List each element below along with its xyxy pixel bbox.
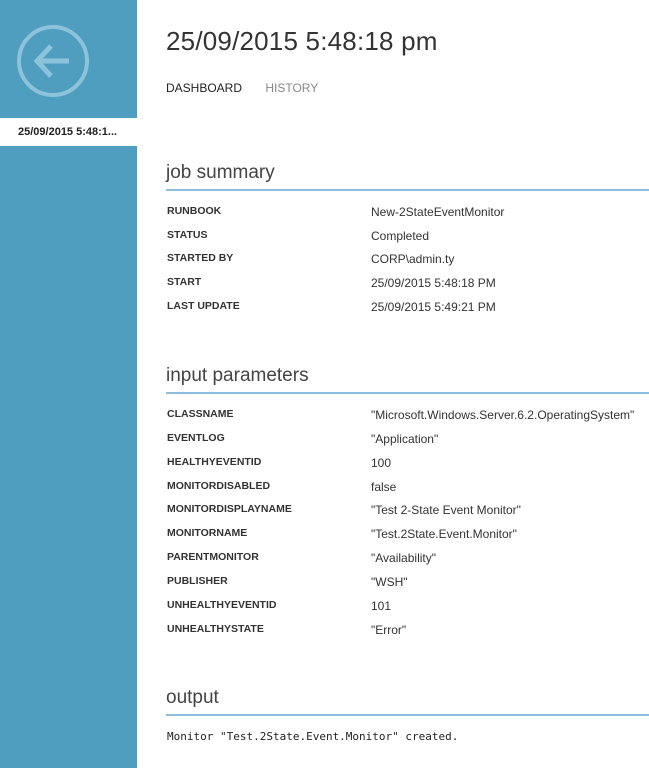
parameter-row: MONITORDISABLED false (166, 480, 649, 498)
tab-bar: DASHBOARD HISTORY (166, 81, 338, 95)
back-arrow-icon (17, 25, 89, 97)
parameter-value: "Error" (371, 623, 407, 637)
summary-label: LAST UPDATE (167, 300, 240, 312)
sidebar-item-label: 25/09/2015 5:48:1... (18, 126, 118, 138)
tab-dashboard[interactable]: DASHBOARD (166, 81, 242, 95)
parameter-row: UNHEALTHYEVENTID 101 (166, 599, 649, 617)
parameter-value: "Test 2-State Event Monitor" (371, 503, 521, 517)
summary-value: CORP\admin.ty (371, 252, 455, 266)
parameter-row: MONITORDISPLAYNAME "Test 2-State Event M… (166, 503, 649, 521)
parameter-row: HEALTHYEVENTID 100 (166, 456, 649, 474)
section-divider (166, 189, 649, 191)
sidebar: 25/09/2015 5:48:1... (0, 0, 137, 768)
output-heading: output (166, 687, 219, 708)
output-text: Monitor "Test.2State.Event.Monitor" crea… (167, 730, 459, 743)
parameter-label: MONITORDISABLED (167, 480, 271, 492)
parameter-row: PARENTMONITOR "Availability" (166, 551, 649, 569)
parameter-label: UNHEALTHYSTATE (167, 623, 264, 635)
parameter-label: PARENTMONITOR (167, 551, 259, 563)
parameter-label: MONITORDISPLAYNAME (167, 503, 292, 515)
parameter-label: PUBLISHER (167, 575, 228, 587)
tab-history[interactable]: HISTORY (265, 81, 318, 95)
summary-label: STARTED BY (167, 252, 234, 264)
parameter-row: MONITORNAME "Test.2State.Event.Monitor" (166, 527, 649, 545)
summary-label: START (167, 276, 202, 288)
parameter-label: MONITORNAME (167, 527, 248, 539)
summary-row: STATUS Completed (166, 229, 649, 247)
back-button[interactable] (16, 24, 90, 98)
parameter-label: EVENTLOG (167, 432, 225, 444)
section-divider (166, 392, 649, 394)
section-divider (166, 714, 649, 716)
page-title: 25/09/2015 5:48:18 pm (166, 26, 438, 56)
summary-label: RUNBOOK (167, 205, 222, 217)
parameter-value: false (371, 480, 397, 494)
sidebar-item-job[interactable]: 25/09/2015 5:48:1... (0, 118, 137, 146)
input-parameters-heading: input parameters (166, 365, 309, 386)
parameter-value: "Microsoft.Windows.Server.6.2.OperatingS… (371, 408, 635, 422)
summary-row: STARTED BY CORP\admin.ty (166, 252, 649, 270)
parameter-value: "WSH" (371, 575, 408, 589)
parameter-label: HEALTHYEVENTID (167, 456, 262, 468)
parameter-row: CLASSNAME "Microsoft.Windows.Server.6.2.… (166, 408, 649, 426)
summary-value: 25/09/2015 5:49:21 PM (371, 300, 496, 314)
parameter-value: "Application" (371, 432, 439, 446)
parameter-label: UNHEALTHYEVENTID (167, 599, 277, 611)
parameter-label: CLASSNAME (167, 408, 234, 420)
summary-value: New-2StateEventMonitor (371, 205, 505, 219)
parameter-row: UNHEALTHYSTATE "Error" (166, 623, 649, 641)
job-summary-heading: job summary (166, 162, 275, 183)
parameter-value: "Availability" (371, 551, 436, 565)
summary-value: 25/09/2015 5:48:18 PM (371, 276, 496, 290)
summary-row: START 25/09/2015 5:48:18 PM (166, 276, 649, 294)
parameter-row: PUBLISHER "WSH" (166, 575, 649, 593)
summary-row: RUNBOOK New-2StateEventMonitor (166, 205, 649, 223)
parameter-value: "Test.2State.Event.Monitor" (371, 527, 517, 541)
summary-value: Completed (371, 229, 430, 243)
parameter-value: 101 (371, 599, 392, 613)
parameter-value: 100 (371, 456, 392, 470)
summary-label: STATUS (167, 229, 208, 241)
summary-row: LAST UPDATE 25/09/2015 5:49:21 PM (166, 300, 649, 318)
parameter-row: EVENTLOG "Application" (166, 432, 649, 450)
